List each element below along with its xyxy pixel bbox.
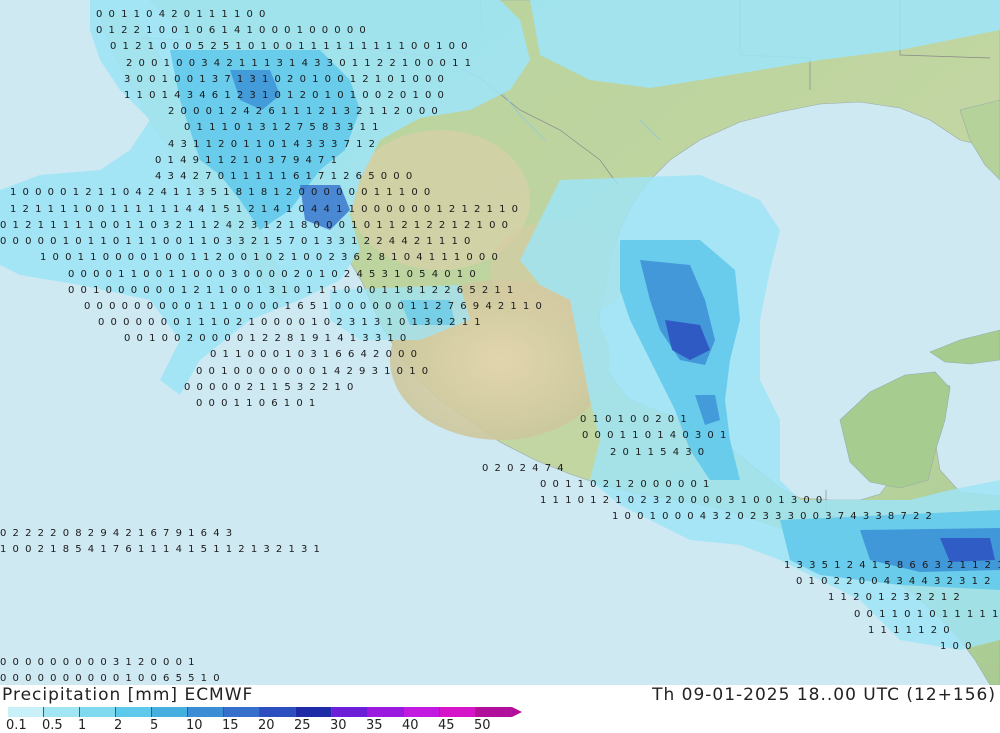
precip-value-row: 2 0 0 0 1 2 4 2 6 1 1 1 2 1 3 2 1 1 2 0 … [168, 106, 439, 117]
legend-label: 1 [78, 718, 87, 733]
precip-value-row: 0 0 1 0 0 0 0 0 0 0 1 4 2 9 3 1 0 1 0 [196, 366, 430, 377]
legend-swatch [152, 707, 188, 717]
legend-label: 0.1 [6, 718, 27, 733]
precip-value-row: 2 0 1 1 5 4 3 0 [610, 447, 706, 458]
legend-swatch [224, 707, 260, 717]
precip-value-row: 4 3 1 1 2 0 1 1 0 1 4 3 3 3 7 1 2 [168, 139, 377, 150]
precip-value-row: 1 1 0 1 4 3 4 6 1 2 3 1 0 1 2 0 1 0 1 0 … [124, 90, 445, 101]
legend-swatch [440, 707, 476, 717]
legend-label: 20 [258, 718, 275, 733]
legend-label: 10 [186, 718, 203, 733]
precip-value-row: 0 1 2 2 1 0 0 1 0 6 1 4 1 0 0 0 1 0 0 0 … [96, 25, 367, 36]
precip-value-row: 0 0 0 0 0 0 0 0 0 3 1 2 0 0 0 1 [0, 657, 196, 668]
legend-swatch [296, 707, 332, 717]
precip-value-row: 0 0 0 1 1 0 1 4 0 3 0 1 [582, 430, 728, 441]
precip-value-row: 0 0 0 0 0 1 0 1 1 0 1 1 1 0 0 1 1 0 3 3 … [0, 236, 472, 247]
color-scale-labels: 0.1 0.5 1 2 5 10 15 20 25 30 35 40 45 50 [0, 718, 560, 733]
precip-value-row: 0 0 0 1 1 0 6 1 0 1 [196, 398, 317, 409]
precip-value-row: 2 0 0 1 0 0 3 4 2 1 1 1 3 1 4 3 3 0 1 1 … [126, 58, 472, 69]
legend-swatch [368, 707, 404, 717]
precip-value-row: 0 0 1 0 0 0 0 0 0 1 2 1 1 0 0 1 3 1 0 1 … [68, 285, 515, 296]
precip-value-row: 1 0 0 2 1 8 5 4 1 7 6 1 1 1 4 1 5 1 1 2 … [0, 544, 321, 555]
precip-value-row: 1 0 0 0 0 1 2 1 1 0 4 2 4 1 1 3 5 1 8 1 … [10, 187, 432, 198]
legend-swatch [332, 707, 368, 717]
precip-value-row: 1 2 1 1 1 1 0 0 1 1 1 1 1 1 4 4 1 5 1 2 … [10, 204, 520, 215]
legend-swatch [44, 707, 80, 717]
map-canvas: 0 0 1 1 0 4 2 0 1 1 1 1 0 0 0 1 2 2 1 0 0… [0, 0, 1000, 685]
legend-label: 0.5 [42, 718, 63, 733]
map-title: Precipitation [mm] ECMWF [2, 685, 254, 705]
precip-value-row: 1 1 1 1 1 2 0 [868, 625, 951, 636]
legend-label: 35 [366, 718, 383, 733]
precip-value-row: 0 1 0 1 0 0 2 0 1 [580, 414, 688, 425]
precip-value-row: 0 1 1 0 0 0 1 0 3 1 6 6 4 2 0 0 0 [210, 349, 419, 360]
legend-swatch [8, 707, 44, 717]
precip-value-row: 0 2 2 2 2 0 8 2 9 4 2 1 6 7 9 1 6 4 3 [0, 528, 234, 539]
precip-value-row: 0 0 0 0 0 0 0 0 0 0 1 0 0 6 5 5 1 0 [0, 673, 221, 684]
precip-value-row: 0 0 0 0 1 1 0 0 1 1 0 0 0 3 0 0 0 0 2 0 … [68, 269, 477, 280]
legend-label: 30 [330, 718, 347, 733]
precip-value-row: 0 2 0 2 4 7 4 [482, 463, 565, 474]
legend-label: 2 [114, 718, 123, 733]
legend-swatch [80, 707, 116, 717]
precip-value-row: 0 0 1 0 0 2 0 0 0 0 1 2 2 8 1 9 1 4 1 3 … [124, 333, 408, 344]
precip-value-row: 0 0 1 1 0 2 1 2 0 0 0 0 0 1 [540, 479, 711, 490]
legend-label: 25 [294, 718, 311, 733]
legend-label: 45 [438, 718, 455, 733]
legend-swatch [260, 707, 296, 717]
footer: Precipitation [mm] ECMWF Th 09-01-2025 1… [0, 685, 1000, 733]
precip-value-row: 0 0 0 0 0 0 0 0 0 1 1 1 0 0 0 0 1 6 5 1 … [84, 301, 543, 312]
legend-swatch [404, 707, 440, 717]
legend-swatch [116, 707, 152, 717]
legend-label: 15 [222, 718, 239, 733]
precip-value-row: 1 0 0 [940, 641, 973, 652]
valid-time: Th 09-01-2025 18..00 UTC (12+156) [652, 685, 996, 705]
precip-value-row: 0 1 2 1 1 1 1 1 0 0 1 1 0 3 2 1 1 2 4 2 … [0, 220, 510, 231]
precip-value-row: 0 0 1 1 0 4 2 0 1 1 1 1 0 0 [96, 9, 267, 20]
precip-value-row: 1 1 1 0 1 2 1 0 2 3 2 0 0 0 0 3 1 0 0 1 … [540, 495, 824, 506]
precip-value-row: 0 0 1 1 0 1 0 1 1 1 1 1 [854, 609, 1000, 620]
precip-value-row: 1 1 2 0 1 2 3 2 2 1 2 [828, 592, 961, 603]
precip-value-row: 0 0 0 0 0 0 0 1 1 1 0 2 1 0 0 0 0 1 0 2 … [98, 317, 482, 328]
precip-value-row: 0 1 2 1 0 0 0 5 2 5 1 0 1 0 0 1 1 1 1 1 … [110, 41, 469, 52]
precip-value-row: 0 1 0 2 2 0 0 4 3 4 4 3 2 3 1 2 [796, 576, 992, 587]
precipitation-map[interactable]: 0 0 1 1 0 4 2 0 1 1 1 1 0 0 0 1 2 2 1 0 0… [0, 0, 1000, 685]
legend-label: 50 [474, 718, 491, 733]
precip-value-row: 1 0 0 1 1 0 0 0 0 1 0 0 1 1 2 0 0 1 0 2 … [40, 252, 499, 263]
precip-value-row: 0 0 0 0 0 2 1 1 5 3 2 2 1 0 [184, 382, 355, 393]
legend-label: 40 [402, 718, 419, 733]
color-scale [8, 707, 512, 717]
precip-value-row: 1 0 0 1 0 0 0 4 3 2 0 2 3 3 3 0 0 3 7 4 … [612, 511, 933, 522]
legend-arrow [512, 707, 522, 717]
precip-value-row: 3 0 0 1 0 0 1 3 7 1 3 1 0 2 0 1 0 0 1 2 … [124, 74, 445, 85]
precip-value-row: 4 3 4 2 7 0 1 1 1 1 1 6 1 7 1 2 6 5 0 0 … [155, 171, 414, 182]
legend-swatch [188, 707, 224, 717]
precip-value-row: 1 3 3 5 1 2 4 1 5 8 6 6 3 2 1 1 2 1 0 1 … [784, 560, 1000, 571]
precip-value-row: 0 1 4 9 1 1 2 1 0 3 7 9 4 7 1 [155, 155, 338, 166]
legend-swatch [476, 707, 512, 717]
legend-label: 5 [150, 718, 159, 733]
precip-value-row: 0 1 1 1 0 1 3 1 2 7 5 8 3 3 1 1 [184, 122, 380, 133]
